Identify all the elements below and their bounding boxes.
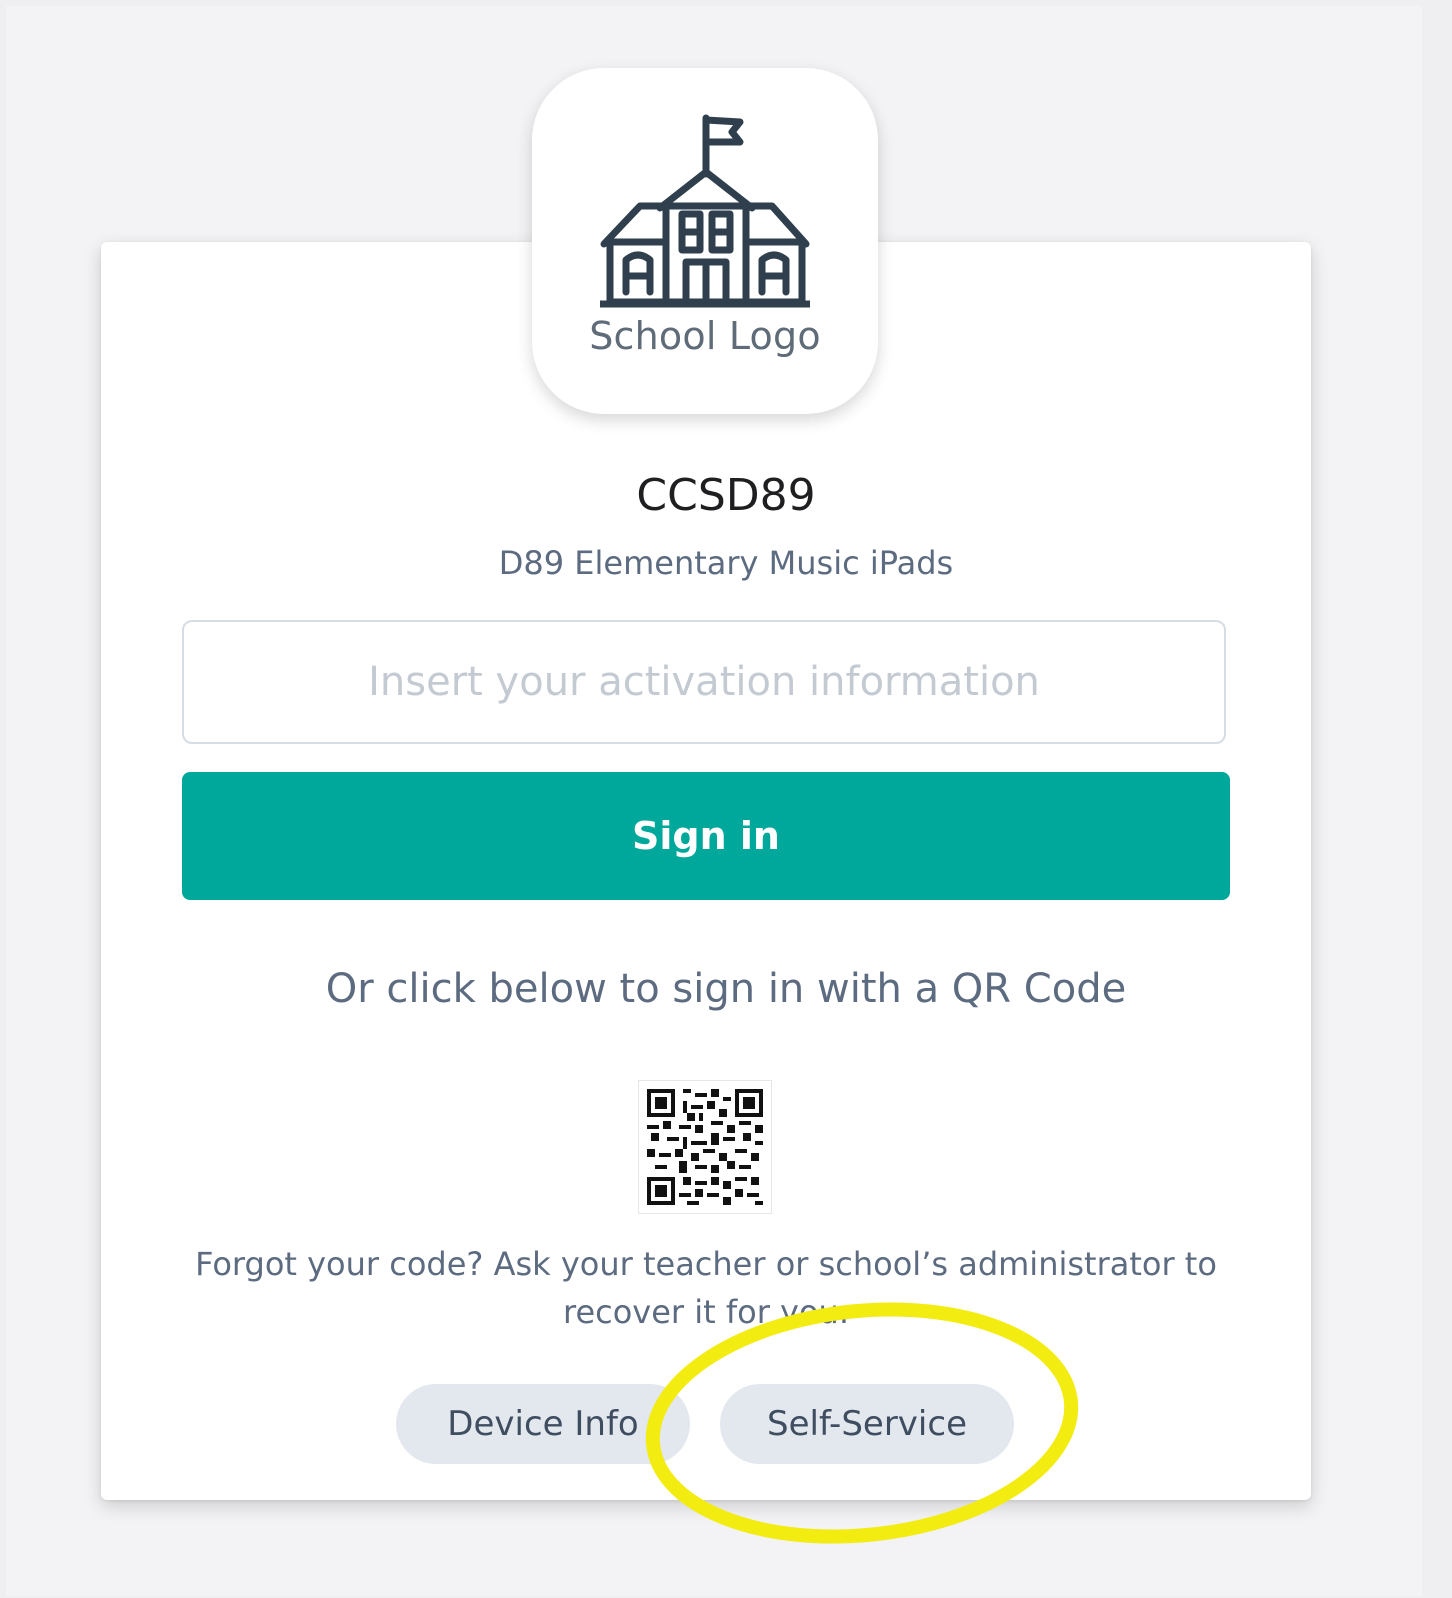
qr-sign-in-button[interactable]: [638, 1080, 772, 1214]
organization-name: CCSD89: [636, 470, 816, 521]
school-logo-label: School Logo: [589, 314, 821, 358]
forgot-code-help-text: Forgot your code? Ask your teacher or sc…: [195, 1245, 1217, 1331]
qr-code-icon: [647, 1089, 763, 1205]
activation-input[interactable]: [182, 620, 1226, 744]
self-service-button[interactable]: Self-Service: [720, 1384, 1014, 1464]
schoolhouse-icon: [600, 114, 810, 308]
qr-caption: Or click below to sign in with a QR Code: [325, 966, 1127, 1012]
organization-subtitle: D89 Elementary Music iPads: [498, 544, 954, 582]
device-info-button[interactable]: Device Info: [396, 1384, 690, 1464]
sign-in-button[interactable]: Sign in: [182, 772, 1230, 900]
school-logo: School Logo: [532, 68, 878, 414]
